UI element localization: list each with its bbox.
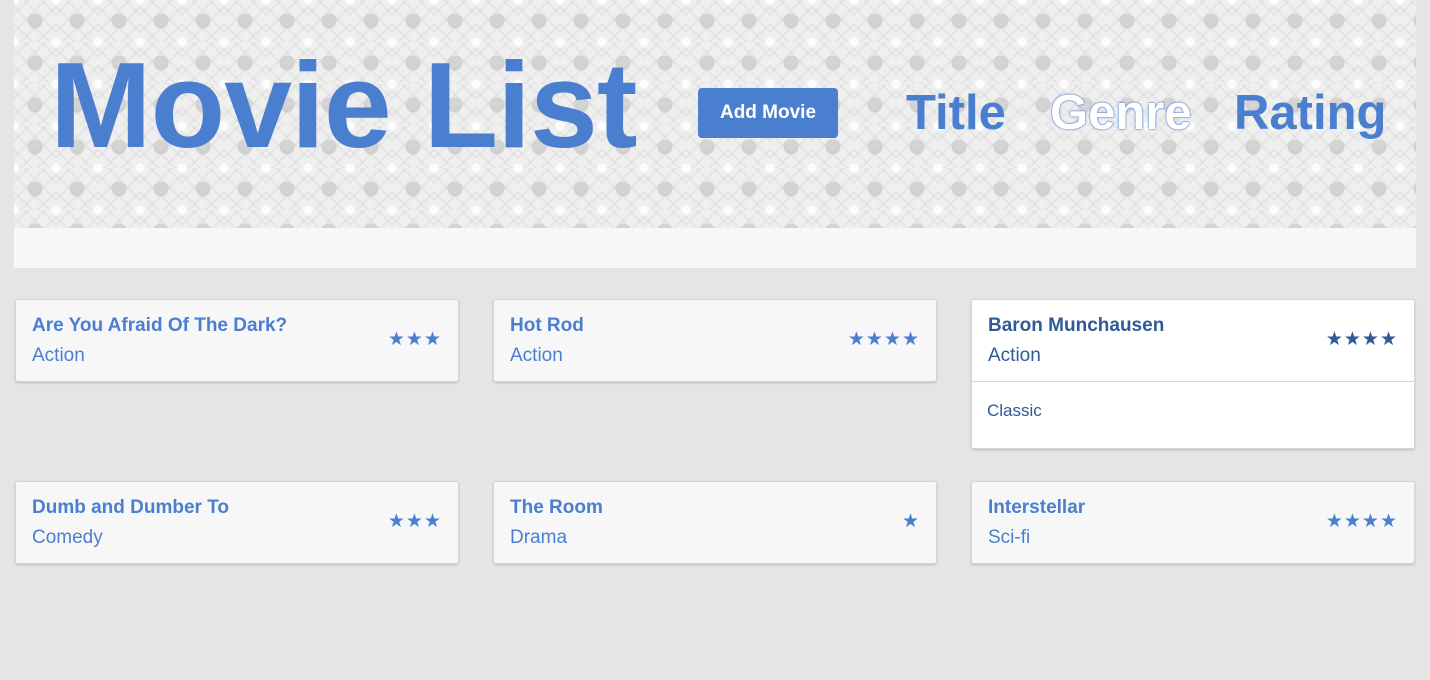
movie-card-header[interactable]: Interstellar Sci-fi ★★★★: [972, 482, 1414, 563]
movie-card-header[interactable]: Dumb and Dumber To Comedy ★★★: [16, 482, 458, 563]
movie-genre: Drama: [510, 527, 568, 548]
movie-card-header[interactable]: The Room Drama ★: [494, 482, 936, 563]
movie-title: Baron Munchausen: [988, 315, 1165, 336]
movie-card-detail: Classic: [972, 381, 1414, 448]
star-rating-icon: ★★★: [387, 510, 442, 532]
movie-note: Classic: [987, 401, 1042, 420]
star-rating-icon: ★★★★: [847, 328, 920, 350]
movie-genre: Comedy: [32, 527, 103, 548]
star-rating-icon: ★★★★: [1325, 510, 1398, 532]
star-rating-icon: ★: [901, 510, 920, 532]
sort-by-genre[interactable]: Genre: [1050, 86, 1192, 140]
add-movie-button[interactable]: Add Movie: [698, 88, 838, 138]
sort-by-title[interactable]: Title: [906, 86, 1006, 140]
movie-card-header[interactable]: Hot Rod Action ★★★★: [494, 300, 936, 381]
movie-genre: Action: [32, 345, 85, 366]
movie-genre: Sci-fi: [988, 527, 1031, 548]
star-rating-icon: ★★★: [387, 328, 442, 350]
movie-card[interactable]: Interstellar Sci-fi ★★★★: [971, 481, 1415, 564]
movie-card[interactable]: Hot Rod Action ★★★★: [493, 299, 937, 382]
header-banner: Movie List Add Movie Title Genre Rating: [14, 0, 1416, 228]
movie-card[interactable]: The Room Drama ★: [493, 481, 937, 564]
movie-card-header[interactable]: Are You Afraid Of The Dark? Action ★★★: [16, 300, 458, 381]
movie-genre: Action: [510, 345, 563, 366]
movie-title: The Room: [510, 497, 603, 518]
movie-card-header[interactable]: Baron Munchausen Action ★★★★: [972, 300, 1414, 381]
header-subbar: [14, 228, 1416, 268]
movie-genre: Action: [988, 345, 1041, 366]
page-title: Movie List: [50, 37, 638, 173]
movie-title: Interstellar: [988, 497, 1086, 518]
star-rating-icon: ★★★★: [1325, 328, 1398, 350]
movie-card-expanded[interactable]: Baron Munchausen Action ★★★★ Classic: [971, 299, 1415, 449]
movie-title: Dumb and Dumber To: [32, 497, 230, 518]
movie-title: Are You Afraid Of The Dark?: [32, 315, 288, 336]
movie-title: Hot Rod: [510, 315, 584, 336]
movie-card[interactable]: Dumb and Dumber To Comedy ★★★: [15, 481, 459, 564]
sort-by-rating[interactable]: Rating: [1234, 86, 1386, 140]
movie-card[interactable]: Are You Afraid Of The Dark? Action ★★★: [15, 299, 459, 382]
